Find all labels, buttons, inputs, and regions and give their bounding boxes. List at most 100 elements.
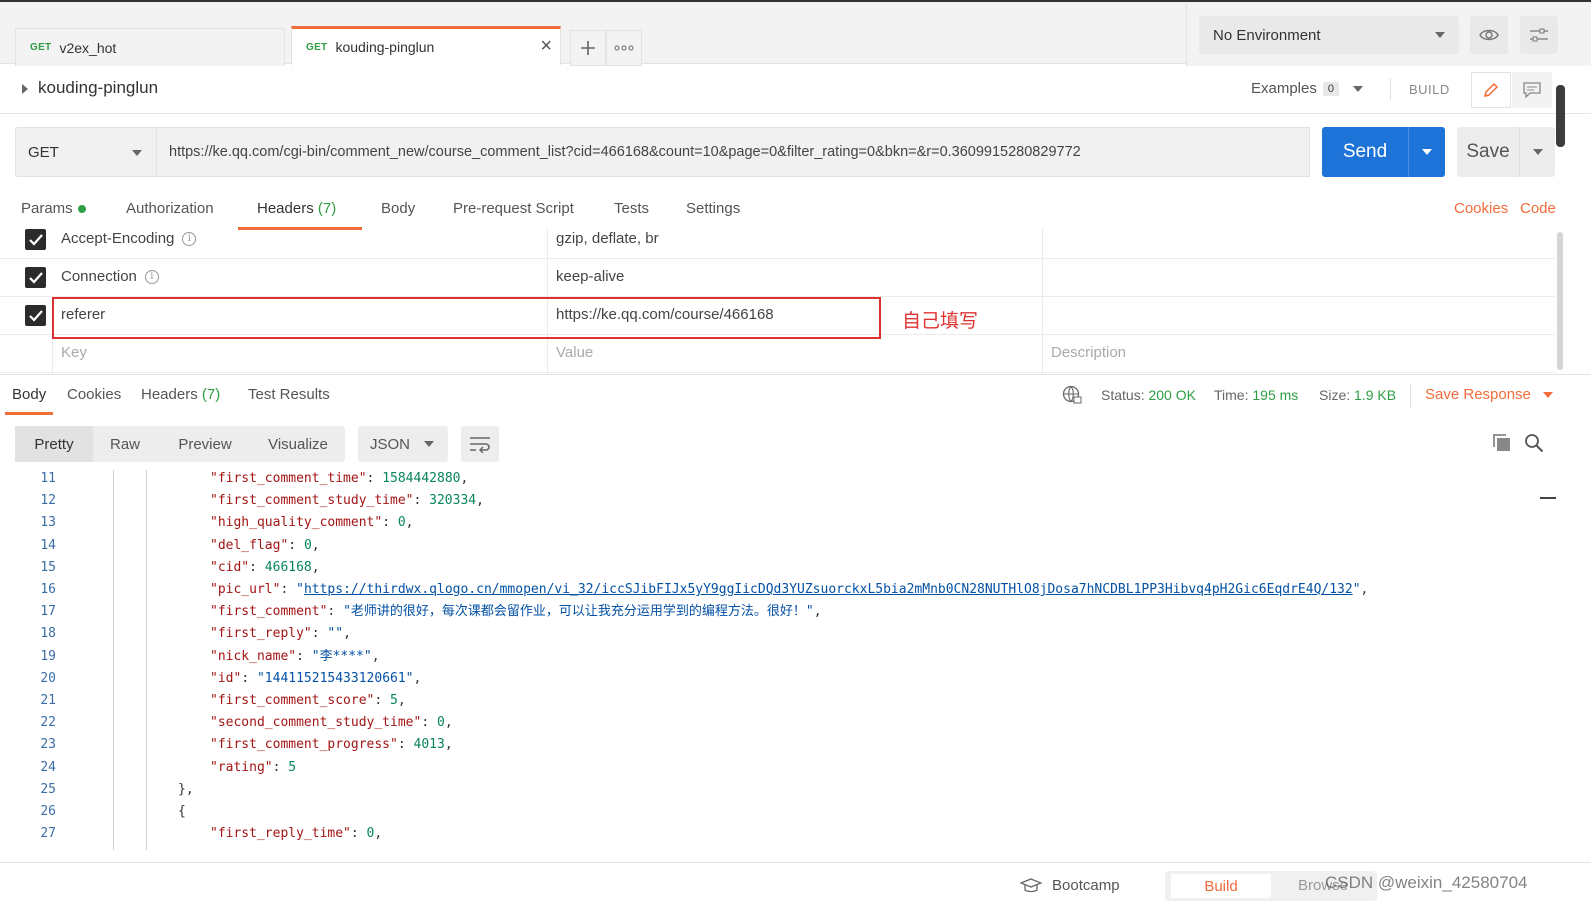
tab-label: v2ex_hot — [59, 39, 117, 56]
code-text: "first_reply": "", — [210, 623, 351, 645]
line-number: 14 — [40, 537, 56, 553]
examples-dropdown[interactable]: Examples 0 — [1251, 80, 1363, 97]
json-key: "second_comment_study_time" — [210, 715, 422, 731]
json-link[interactable]: https://thirdwx.qlogo.cn/mmopen/vi_32/ic… — [304, 582, 1353, 597]
header-key[interactable]: Accept-Encoding i — [61, 230, 197, 247]
send-options-button[interactable] — [1408, 127, 1445, 177]
settings-sliders-icon — [1530, 28, 1548, 42]
url-text: https://ke.qq.com/cgi-bin/comment_new/co… — [169, 144, 1081, 160]
header-key[interactable]: Connection i — [61, 268, 159, 285]
info-icon: i — [182, 232, 197, 247]
header-key-text: Connection — [61, 268, 137, 285]
response-body-editor[interactable]: 11 "first_comment_time": 1584442880, 12 "fi… — [0, 470, 1540, 850]
tab-authorization[interactable]: Authorization — [126, 200, 214, 217]
code-link[interactable]: Code — [1520, 200, 1556, 217]
new-header-key-input[interactable]: Key — [61, 344, 87, 361]
size-indicator[interactable]: Size: 1.9 KB — [1319, 387, 1396, 403]
code-text: "cid": 466168, — [210, 557, 320, 579]
tab-headers[interactable]: Headers (7) — [257, 200, 336, 217]
environment-quick-look-button[interactable] — [1470, 16, 1508, 54]
tab-prerequest-script[interactable]: Pre-request Script — [453, 200, 574, 217]
comment-icon — [1523, 82, 1541, 98]
http-method-select[interactable]: GET — [15, 127, 157, 177]
expand-triangle-icon[interactable] — [22, 84, 28, 94]
divider — [1390, 78, 1391, 100]
wrap-lines-button[interactable] — [461, 426, 499, 462]
json-string: "144115215433120661" — [256, 670, 414, 686]
header-value[interactable]: gzip, deflate, br — [556, 230, 659, 247]
save-button[interactable]: Save — [1457, 127, 1519, 177]
tab-params[interactable]: Params — [21, 200, 86, 217]
json-key: "first_comment_study_time" — [210, 493, 414, 509]
checkbox-checked-icon[interactable] — [25, 305, 46, 326]
line-number: 18 — [40, 626, 56, 642]
chevron-down-icon — [1435, 32, 1445, 38]
chevron-down-icon — [1422, 149, 1432, 155]
response-tab-cookies[interactable]: Cookies — [67, 386, 121, 403]
json-punct: , — [371, 648, 380, 664]
header-value[interactable]: keep-alive — [556, 268, 624, 285]
json-punct: : — [413, 493, 430, 509]
examples-label: Examples — [1251, 80, 1317, 97]
status-indicator: Status: 200 OK — [1101, 387, 1196, 403]
json-key: "first_comment_time" — [210, 471, 367, 486]
header-key-text: Accept-Encoding — [61, 230, 175, 247]
close-icon[interactable]: × — [540, 36, 552, 56]
format-toggle-group: Pretty Raw Preview Visualize — [15, 426, 345, 462]
globe-icon[interactable] — [1062, 385, 1082, 405]
build-mode-button[interactable]: Build — [1171, 874, 1271, 898]
raw-button[interactable]: Raw — [95, 426, 155, 462]
more-tabs-button[interactable] — [606, 30, 642, 66]
search-icon[interactable] — [1524, 433, 1544, 453]
json-punct: , — [311, 537, 320, 553]
code-text: "first_comment": "老师讲的很好，每次课都会留作业，可以让我充分… — [210, 601, 822, 623]
send-button[interactable]: Send — [1322, 127, 1408, 177]
code-text: }, — [178, 779, 194, 801]
environment-area: No Environment — [1186, 4, 1591, 66]
info-icon: i — [144, 270, 159, 285]
response-tab-body[interactable]: Body — [12, 386, 46, 403]
visualize-button[interactable]: Visualize — [255, 426, 341, 462]
bootcamp-label: Bootcamp — [1052, 877, 1120, 894]
response-tab-test-results[interactable]: Test Results — [248, 386, 330, 403]
checkbox-checked-icon[interactable] — [25, 229, 46, 250]
json-punct: : — [288, 537, 304, 553]
time-indicator[interactable]: Time: 195 ms — [1214, 387, 1298, 403]
tab-settings[interactable]: Settings — [686, 200, 740, 217]
tab-tests[interactable]: Tests — [614, 200, 649, 217]
code-text: "first_comment_progress": 4013, — [210, 734, 453, 756]
code-line: 23 "first_comment_progress": 4013, — [0, 734, 1540, 756]
edit-mode-button[interactable] — [1471, 72, 1511, 108]
scrollbar-thumb[interactable] — [1556, 85, 1565, 147]
new-header-description-input[interactable]: Description — [1051, 344, 1126, 361]
table-row: Accept-Encoding i gzip, deflate, br — [0, 221, 1555, 259]
url-input[interactable]: https://ke.qq.com/cgi-bin/comment_new/co… — [157, 127, 1310, 177]
save-options-button[interactable] — [1519, 127, 1555, 177]
footer-bar: Bootcamp Build Browse CSDN @weixin_42580… — [0, 862, 1591, 914]
language-select[interactable]: JSON — [358, 426, 448, 462]
code-text: "first_comment_time": 1584442880, — [210, 470, 468, 490]
bootcamp-button[interactable]: Bootcamp — [1020, 877, 1120, 894]
new-tab-button[interactable] — [570, 30, 606, 66]
annotation-note: 自己填写 — [902, 310, 979, 332]
json-punct: , — [343, 626, 351, 642]
tab-body[interactable]: Body — [381, 200, 415, 217]
manage-environments-button[interactable] — [1520, 16, 1558, 54]
comments-button[interactable] — [1512, 72, 1552, 108]
cookies-link[interactable]: Cookies — [1454, 200, 1508, 217]
response-tab-headers[interactable]: Headers (7) — [141, 386, 220, 403]
scrollbar-thumb[interactable] — [1557, 232, 1563, 370]
environment-select[interactable]: No Environment — [1199, 16, 1459, 54]
copy-icon[interactable] — [1492, 433, 1512, 453]
tab-v2ex-hot[interactable]: GET v2ex_hot — [15, 28, 285, 66]
preview-button[interactable]: Preview — [163, 426, 247, 462]
json-brace: }, — [178, 781, 194, 797]
request-title[interactable]: kouding-pinglun — [38, 78, 158, 98]
checkbox-checked-icon[interactable] — [25, 267, 46, 288]
tab-kouding-pinglun[interactable]: GET kouding-pinglun × — [291, 26, 561, 65]
code-line: 15 "cid": 466168, — [0, 557, 1540, 579]
pretty-button[interactable]: Pretty — [15, 426, 93, 462]
tab-method: GET — [306, 41, 328, 53]
save-response-button[interactable]: Save Response — [1425, 386, 1553, 403]
new-header-value-input[interactable]: Value — [556, 344, 593, 361]
